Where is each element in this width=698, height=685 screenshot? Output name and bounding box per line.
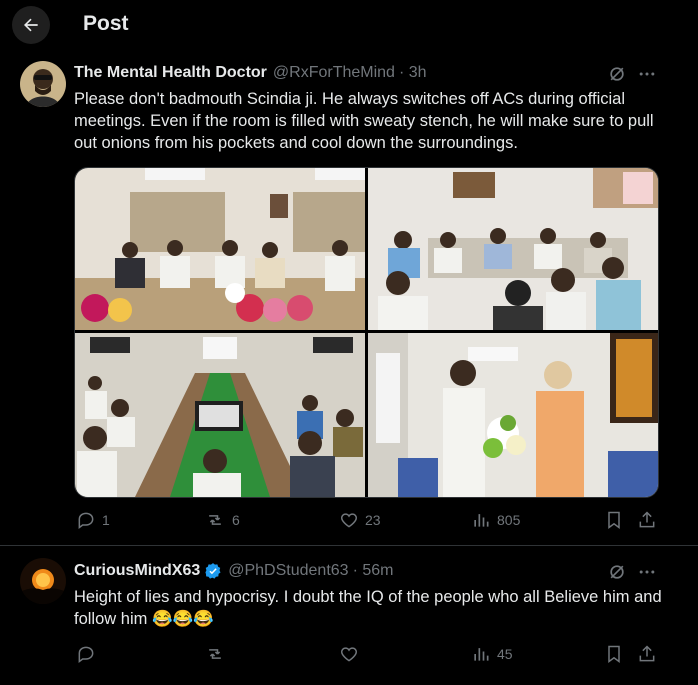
share-button[interactable] [637,644,657,664]
reply-icon [78,646,94,663]
heart-icon [340,647,358,662]
author-handle[interactable]: @RxForTheMind [273,64,395,82]
post-photo-4[interactable] [368,333,658,497]
reply-count: 1 [102,512,110,528]
repost-button[interactable]: 6 [204,510,240,530]
avatar[interactable] [20,558,66,604]
post-time[interactable]: · 3h [399,64,427,82]
share-icon [639,645,655,662]
bookmark-button[interactable] [604,644,624,664]
post-time[interactable]: · 56m [353,562,394,580]
like-button[interactable]: 23 [339,510,381,530]
bookmark-button[interactable] [604,510,624,530]
back-button[interactable] [12,6,50,44]
author-name[interactable]: CuriousMindX63 [74,562,200,580]
views-icon [474,514,489,527]
bookmark-icon [608,645,620,663]
post-photo-3[interactable] [75,333,365,497]
post-main[interactable]: The Mental Health Doctor @RxForTheMind ·… [0,50,698,546]
repost-icon [209,649,221,659]
grok-icon[interactable] [607,562,627,582]
arrow-left-icon [24,18,38,32]
page-title: Post [83,12,129,35]
repost-button[interactable] [204,644,226,664]
repost-icon [209,515,221,525]
views-count: 805 [497,512,521,528]
views-button[interactable]: 45 [471,644,513,664]
post-actions: 45 [74,644,660,668]
post-photo-2[interactable] [368,168,658,330]
post-text: Height of lies and hypocrisy. I doubt th… [74,588,662,628]
reply-button[interactable]: 1 [76,510,110,530]
views-button[interactable]: 805 [471,510,520,530]
share-icon [639,511,655,528]
reply-button[interactable] [76,644,96,664]
author-name[interactable]: The Mental Health Doctor [74,64,267,82]
bookmark-icon [608,511,620,529]
like-button[interactable] [339,644,359,664]
page-header: Post [0,0,698,50]
views-icon [474,648,489,661]
share-button[interactable] [637,510,657,530]
like-count: 23 [365,512,381,528]
grok-icon[interactable] [607,64,627,84]
heart-icon [340,513,358,528]
verified-badge-icon [204,562,222,580]
post-actions: 1 6 23 805 [74,510,660,534]
avatar[interactable] [20,61,66,107]
more-options-icon[interactable] [637,64,657,84]
reply-icon [78,512,94,529]
post-text: Please don't badmouth Scindia ji. He alw… [74,90,654,152]
repost-count: 6 [232,512,240,528]
post-media-grid[interactable] [74,167,659,498]
views-count: 45 [497,646,513,662]
more-options-icon[interactable] [637,562,657,582]
author-handle[interactable]: @PhDStudent63 [228,562,348,580]
post-photo-1[interactable] [75,168,365,330]
reply-post[interactable]: CuriousMindX63 @PhDStudent63 · 56m Heigh… [0,546,698,685]
